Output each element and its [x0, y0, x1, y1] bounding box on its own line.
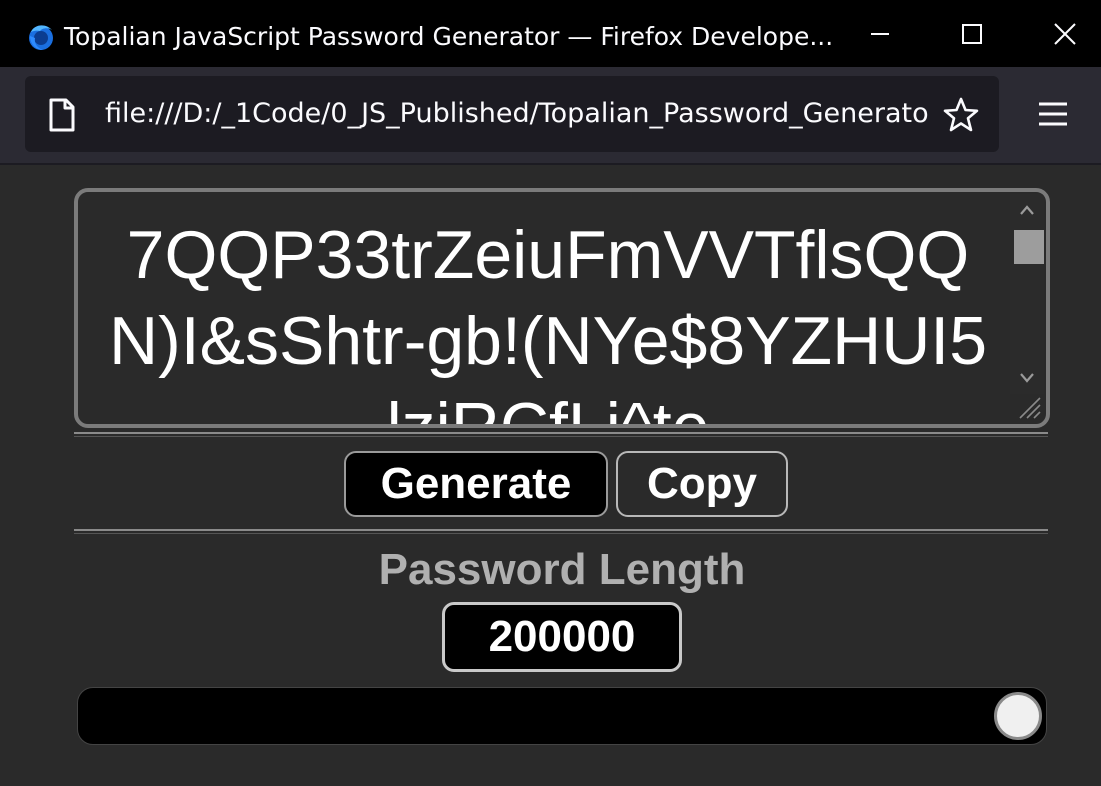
resize-grip-icon[interactable] [1012, 392, 1042, 420]
generate-button[interactable]: Generate [344, 451, 608, 517]
scrollbar-thumb[interactable] [1014, 230, 1044, 264]
password-text[interactable]: 7QQP33trZeiuFmVVTflsQQN)I&sShtr-gb!(NYe$… [102, 212, 994, 424]
star-icon[interactable] [942, 96, 980, 134]
chevron-up-icon [1020, 205, 1034, 215]
chevron-down-icon [1020, 373, 1034, 383]
password-length-slider[interactable] [77, 687, 1047, 745]
close-icon [1054, 23, 1076, 45]
hamburger-menu-icon[interactable] [1036, 100, 1070, 130]
textarea-scrollbar[interactable] [1010, 194, 1044, 394]
maximize-icon [962, 24, 982, 44]
title-bar: Topalian JavaScript Password Generator —… [0, 0, 1101, 67]
maximize-button[interactable] [952, 14, 992, 54]
window-title: Topalian JavaScript Password Generator —… [64, 22, 834, 51]
password-textarea[interactable]: 7QQP33trZeiuFmVVTflsQQN)I&sShtr-gb!(NYe$… [74, 188, 1050, 428]
url-text[interactable]: file:///D:/_1Code/0_JS_Published/Topalia… [105, 96, 931, 132]
password-length-label: Password Length [378, 545, 746, 594]
close-button[interactable] [1045, 14, 1085, 54]
scroll-up-button[interactable] [1010, 194, 1044, 226]
slider-thumb[interactable] [994, 692, 1042, 740]
page-icon [49, 98, 75, 132]
page-content: 7QQP33trZeiuFmVVTflsQQN)I&sShtr-gb!(NYe$… [0, 165, 1101, 786]
divider-top [74, 432, 1048, 437]
browser-window: Topalian JavaScript Password Generator —… [0, 0, 1101, 786]
firefox-developer-logo-icon [29, 25, 53, 50]
minimize-button[interactable] [860, 14, 900, 54]
copy-button[interactable]: Copy [616, 451, 788, 517]
password-length-input[interactable] [442, 602, 682, 672]
minimize-icon [871, 33, 889, 35]
url-bar[interactable]: file:///D:/_1Code/0_JS_Published/Topalia… [25, 76, 999, 152]
navigation-bar: file:///D:/_1Code/0_JS_Published/Topalia… [0, 67, 1101, 165]
scroll-down-button[interactable] [1010, 362, 1044, 394]
divider-bottom [74, 529, 1048, 534]
